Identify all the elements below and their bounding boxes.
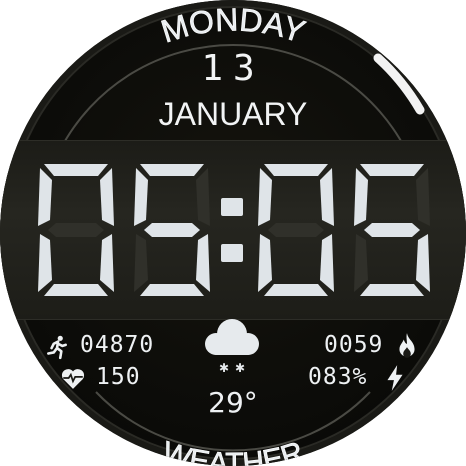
day-name-text: MONDAY — [157, 1, 310, 49]
svg-text:✱: ✱ — [235, 361, 245, 375]
segment-e — [258, 234, 272, 292]
segment-b — [416, 168, 430, 226]
footer-label: WEATHER — [158, 435, 308, 466]
segment-g — [144, 223, 200, 237]
segment-d — [140, 284, 204, 296]
calories-value: 0059 — [324, 332, 384, 358]
segment-c — [320, 234, 334, 292]
hour-ones-digit — [134, 164, 210, 296]
segment-a — [360, 164, 424, 176]
running-person-icon — [47, 335, 67, 360]
segment-e — [38, 234, 52, 292]
segment-a — [140, 164, 204, 176]
snow-cloud-icon: ✱ ✱ — [205, 319, 259, 375]
segment-c — [196, 234, 210, 292]
flame-icon — [399, 333, 415, 358]
segment-a — [264, 164, 328, 176]
day-name: MONDAY — [156, 1, 309, 50]
segment-c — [416, 234, 430, 292]
footer-label-text: WEATHER — [158, 436, 307, 466]
segment-c — [100, 234, 114, 292]
battery-value: 083% — [308, 364, 368, 390]
lightning-bolt-icon — [387, 365, 403, 391]
minute-tens-digit — [258, 164, 334, 296]
hour-tens-digit — [38, 164, 114, 296]
segment-e — [134, 234, 148, 292]
steps-value: 04870 — [80, 332, 155, 358]
digital-time — [38, 164, 430, 296]
segment-f — [38, 168, 52, 226]
time-separator — [221, 198, 243, 262]
minute-ones-digit — [354, 164, 430, 296]
segment-g — [48, 223, 104, 237]
segment-d — [44, 284, 108, 296]
segment-b — [100, 168, 114, 226]
day-number: 13 — [201, 48, 265, 89]
segment-d — [264, 284, 328, 296]
segment-f — [354, 168, 368, 226]
segment-e — [354, 234, 368, 292]
segment-b — [320, 168, 334, 226]
segment-f — [258, 168, 272, 226]
segment-f — [134, 168, 148, 226]
segment-g — [268, 223, 324, 237]
segment-b — [196, 168, 210, 226]
segment-d — [360, 284, 424, 296]
segment-a — [44, 164, 108, 176]
watch-face: MONDAY WEATHER 13 JANUARY 04870 150 ✱ ✱ … — [0, 0, 466, 466]
segment-g — [364, 223, 420, 237]
svg-text:✱: ✱ — [219, 361, 229, 375]
month-name: JANUARY — [158, 96, 308, 132]
